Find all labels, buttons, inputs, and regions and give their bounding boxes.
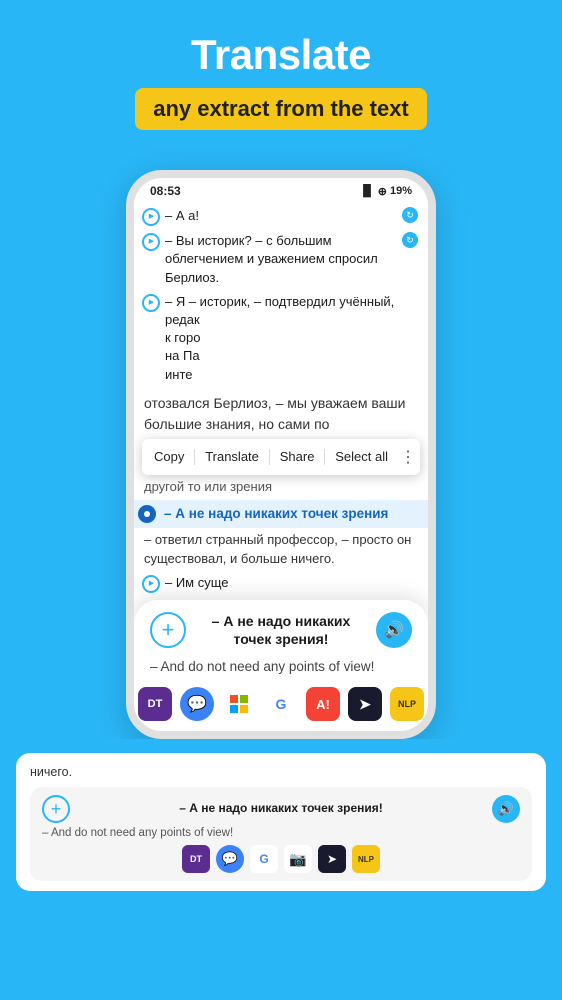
list-item: – Им суще	[134, 571, 428, 596]
selection-handle-left	[138, 505, 156, 523]
app-icon-prompt[interactable]: ➤	[348, 687, 382, 721]
card-header: + – А не надо никаких точек зрения! 🔊	[150, 612, 412, 648]
list-item: – Я – историк, – подтвердил учённый, ред…	[134, 290, 428, 387]
bottom-nlp-icon[interactable]: NLP	[352, 845, 380, 873]
bottom-section: ничего. + – А не надо никаких точек зрен…	[0, 739, 562, 921]
list-item: – Вы историк? – с большим облегчением и …	[134, 229, 428, 290]
bottom-prompt-icon[interactable]: ➤	[318, 845, 346, 873]
bottom-dt-label: DT	[190, 854, 202, 864]
wifi-icon: ⊕	[378, 185, 387, 198]
bottom-dt-icon[interactable]: DT	[182, 845, 210, 873]
text-lines: – А а! ↻ – Вы историк? – с большим облег…	[134, 202, 428, 387]
phone-wrapper: 08:53 ▐▌ ⊕ 19% – А а! ↻ – Вы историк? – …	[0, 170, 562, 739]
sync-icon-2[interactable]: ↻	[402, 232, 418, 248]
bottom-bubble-icon[interactable]: 💬	[216, 845, 244, 873]
play-button-4[interactable]	[142, 575, 160, 593]
bottom-mini-card: + – А не надо никаких точек зрения! 🔊 – …	[30, 787, 532, 881]
play-button-1[interactable]	[142, 208, 160, 226]
status-bar: 08:53 ▐▌ ⊕ 19%	[134, 178, 428, 202]
app-icon-av[interactable]: A!	[306, 687, 340, 721]
bottom-google-label: G	[259, 852, 268, 866]
app-icon-google[interactable]: G	[264, 687, 298, 721]
bottom-app-icons: DT 💬 G 📷 ➤ NLP	[42, 845, 520, 873]
overlay-bg-text: отозвался Берлиоз, – мы уважаем ваши бол…	[134, 391, 428, 437]
signal-icon: ▐▌	[359, 185, 375, 197]
bottom-nlp-label: NLP	[358, 855, 374, 864]
sync-icon-1[interactable]: ↻	[402, 207, 418, 223]
header-section: Translate any extract from the text	[0, 0, 562, 146]
speaker-icon: 🔊	[384, 620, 404, 640]
line-2-text: – Вы историк? – с большим облегчением и …	[165, 232, 402, 287]
app-icon-dt[interactable]: DT	[138, 687, 172, 721]
selected-text: – А не надо никаких точек зрения	[164, 506, 388, 521]
more-options-icon[interactable]: ⋮	[400, 447, 416, 467]
camera-symbol: 📷	[289, 851, 306, 868]
subtitle-badge: any extract from the text	[135, 88, 427, 130]
app-icons-row: DT 💬 G A!	[150, 683, 412, 721]
continued-text: – ответил странный профессор, – просто о…	[134, 528, 428, 571]
menu-separator-2	[269, 449, 270, 465]
status-time: 08:53	[150, 184, 181, 198]
context-menu: Copy Translate Share Select all ⋮	[142, 439, 420, 475]
copy-menu-item[interactable]: Copy	[146, 447, 192, 466]
menu-separator-3	[324, 449, 325, 465]
card-original-text: – А не надо никаких точек зрения!	[196, 612, 366, 648]
status-icons: ▐▌ ⊕ 19%	[359, 185, 412, 198]
speaker-button[interactable]: 🔊	[376, 612, 412, 648]
overlay-area: отозвался Берлиоз, – мы уважаем ваши бол…	[134, 387, 428, 500]
bottom-speaker-button[interactable]: 🔊	[492, 795, 520, 823]
line-1-text: – А а!	[165, 207, 402, 225]
bottom-add-button[interactable]: +	[42, 795, 70, 823]
prompt-icon: ➤	[359, 696, 371, 713]
select-all-menu-item[interactable]: Select all	[327, 447, 396, 466]
av-label: A!	[316, 697, 330, 712]
phone-mockup: 08:53 ▐▌ ⊕ 19% – А а! ↻ – Вы историк? – …	[126, 170, 436, 739]
ms-grid-icon	[230, 695, 248, 713]
app-icon-bubble[interactable]: 💬	[180, 687, 214, 721]
more-line-text: – Им суще	[165, 574, 418, 592]
add-button[interactable]: +	[150, 612, 186, 648]
bottom-card-secondary-text: ничего.	[30, 763, 532, 783]
line-3-text: – Я – историк, – подтвердил учённый, ред…	[165, 293, 418, 384]
divider-text: другой то или зрения	[134, 477, 428, 496]
bottom-original-text: – А не надо никаких точек зрения!	[78, 801, 484, 817]
play-button-3[interactable]	[142, 294, 160, 312]
selection-handle-dot	[144, 511, 150, 517]
bottom-camera-icon[interactable]: 📷	[284, 845, 312, 873]
nlp-label: NLP	[398, 699, 416, 709]
card-translation: – And do not need any points of view!	[150, 654, 412, 683]
translation-card: + – А не надо никаких точек зрения! 🔊 – …	[134, 600, 428, 731]
bottom-prompt-label: ➤	[327, 852, 337, 866]
bottom-translated-text: – And do not need any points of view!	[42, 827, 520, 839]
bubble-icon: 💬	[187, 694, 207, 714]
bottom-card: ничего. + – А не надо никаких точек зрен…	[16, 753, 546, 891]
menu-separator-1	[194, 449, 195, 465]
google-label: G	[276, 696, 287, 712]
battery-text: 19%	[390, 185, 412, 197]
share-menu-item[interactable]: Share	[272, 447, 323, 466]
bottom-mini-card-header: + – А не надо никаких точек зрения! 🔊	[42, 795, 520, 823]
dt-label: DT	[148, 698, 163, 710]
app-icon-nlp[interactable]: NLP	[390, 687, 424, 721]
selected-text-block: – А не надо никаких точек зрения	[134, 500, 428, 528]
list-item: – А а! ↻	[134, 204, 428, 229]
translate-menu-item[interactable]: Translate	[197, 447, 267, 466]
main-title: Translate	[20, 32, 542, 78]
bottom-google-icon[interactable]: G	[250, 845, 278, 873]
app-icon-ms[interactable]	[222, 687, 256, 721]
play-button-2[interactable]	[142, 233, 160, 251]
